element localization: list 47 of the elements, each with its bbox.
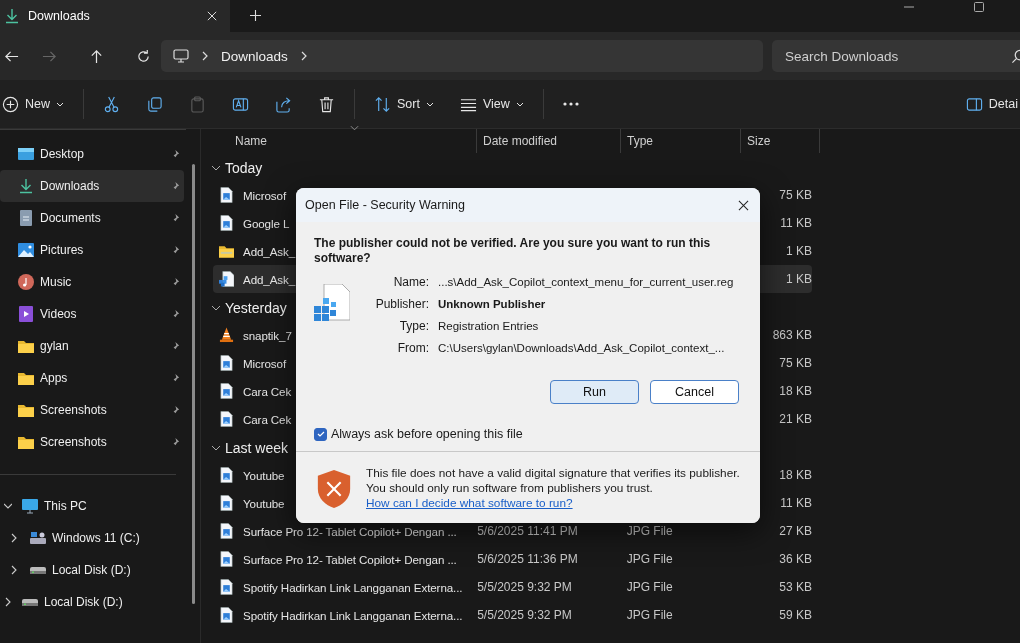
warning-text: This file does not have a valid digital signature that verifies its publisher. You should only run software from publishers you trust. bbox=[366, 466, 741, 496]
file-size: 75 KB bbox=[779, 188, 812, 202]
file-name: Spotify Hadirkan Link Langganan Externa... bbox=[243, 608, 463, 622]
file-size: 75 KB bbox=[779, 356, 812, 370]
file-size: 53 KB bbox=[779, 580, 812, 594]
file-size: 18 KB bbox=[779, 384, 812, 398]
file-name: Surface Pro 12- Tablet Copilot+ Dengan ... bbox=[243, 552, 457, 566]
field-label: From: bbox=[396, 340, 429, 356]
file-size: 1 KB bbox=[786, 272, 812, 286]
file-name: Youtube bbox=[243, 496, 285, 510]
file-name: Surface Pro 12- Tablet Copilot+ Dengan ... bbox=[243, 524, 457, 538]
date-modified: 5/5/2025 9:32 PM bbox=[477, 580, 572, 594]
file-type: JPG File bbox=[626, 608, 673, 622]
file-type: JPG File bbox=[626, 580, 673, 594]
field-value: Registration Entries bbox=[438, 319, 540, 334]
file-name: Add_Ask_ bbox=[243, 244, 296, 258]
date-modified: 5/5/2025 9:32 PM bbox=[477, 608, 572, 622]
file-size: 11 KB bbox=[780, 216, 812, 230]
file-type: JPG File bbox=[626, 524, 673, 538]
dialog-title: Open File - Security Warning bbox=[305, 198, 465, 212]
field-label: Type: bbox=[398, 318, 429, 334]
file-size: 11 KB bbox=[780, 496, 812, 510]
file-size: 27 KB bbox=[779, 524, 812, 538]
date-modified: 5/6/2025 11:36 PM bbox=[477, 552, 578, 566]
date-modified: 5/6/2025 11:41 PM bbox=[477, 524, 578, 538]
file-name: Youtube bbox=[243, 468, 285, 482]
field-label: Name: bbox=[392, 274, 429, 290]
file-type: JPG File bbox=[626, 552, 673, 566]
field-value: ...s\Add_Ask_Copilot_context_menu_for_current_user.reg bbox=[438, 275, 734, 290]
file-name: Microsof bbox=[243, 188, 286, 202]
file-size: 18 KB bbox=[779, 468, 812, 482]
warning-question: The publisher could not be verified. Are you sure you want to run this software? bbox=[314, 236, 712, 266]
file-name: Microsof bbox=[243, 356, 286, 370]
file-size: 863 KB bbox=[772, 328, 812, 342]
field-label: Publisher: bbox=[374, 296, 429, 312]
file-size: 59 KB bbox=[779, 608, 812, 622]
file-name: Google L bbox=[243, 216, 290, 230]
file-name: Add_Ask_ bbox=[243, 272, 296, 286]
file-name: snaptik_7 bbox=[243, 328, 292, 342]
field-value: C:\Users\gylan\Downloads\Add_Ask_Copilot_context_... bbox=[438, 341, 726, 356]
file-size: 1 KB bbox=[786, 244, 812, 258]
file-name: Cara Cek bbox=[243, 412, 292, 426]
file-size: 36 KB bbox=[779, 552, 812, 566]
file-size: 21 KB bbox=[779, 412, 812, 426]
file-name: Cara Cek bbox=[243, 384, 292, 398]
field-value: Unknown Publisher bbox=[438, 297, 547, 312]
file-name: Spotify Hadirkan Link Langganan Externa... bbox=[243, 580, 463, 594]
